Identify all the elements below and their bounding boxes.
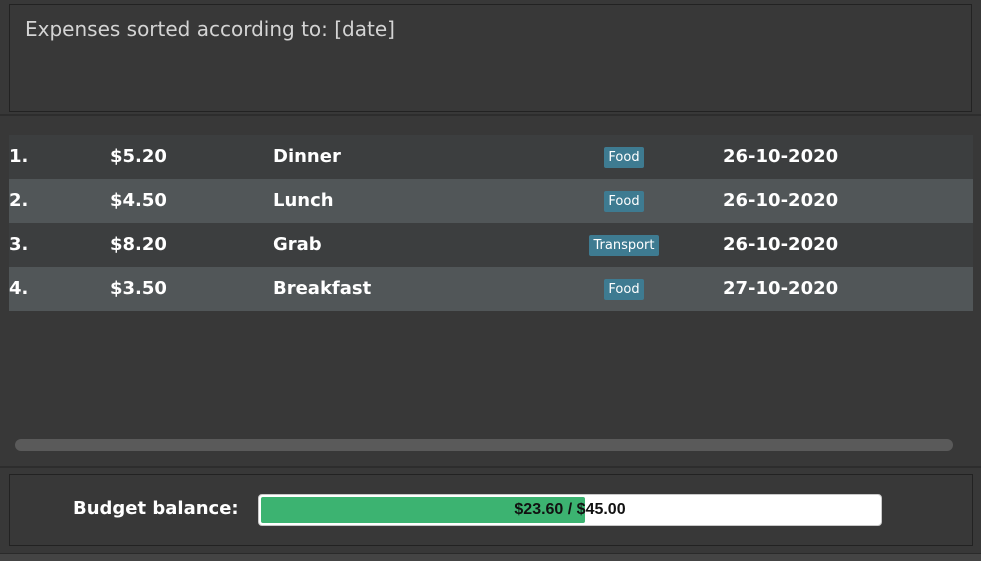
expense-amount: $4.50: [110, 190, 167, 211]
expense-description: Breakfast: [273, 278, 372, 299]
expense-tag-cell: Food: [549, 135, 699, 179]
status-bar: [0, 553, 981, 561]
expense-date: 26-10-2020: [723, 234, 839, 255]
expense-amount: $3.50: [110, 278, 167, 299]
expense-date: 27-10-2020: [723, 278, 839, 299]
divider: [0, 466, 981, 468]
result-message: Expenses sorted according to: [date]: [25, 17, 395, 41]
expense-description: Lunch: [273, 190, 334, 211]
expense-amount: $5.20: [110, 146, 167, 167]
expense-date: 26-10-2020: [723, 190, 839, 211]
expense-tag-cell: Transport: [549, 223, 699, 267]
expense-index: 2.: [9, 190, 29, 211]
expense-index: 4.: [9, 278, 29, 299]
expense-tag: Transport: [589, 234, 659, 256]
budget-panel: Budget balance: $23.60 / $45.00: [9, 474, 973, 546]
divider: [0, 114, 981, 116]
expense-index: 3.: [9, 234, 29, 255]
expense-tag: Food: [604, 278, 644, 300]
expense-tag: Food: [604, 190, 644, 212]
expense-index: 1.: [9, 146, 29, 167]
expense-list-panel: 1. $5.20 Dinner Food 26-10-2020 2. $4.50…: [0, 118, 981, 466]
expense-amount: $8.20: [110, 234, 167, 255]
expense-tag-cell: Food: [549, 179, 699, 223]
expense-row[interactable]: 2. $4.50 Lunch Food 26-10-2020: [9, 179, 973, 223]
expense-description: Dinner: [273, 146, 341, 167]
expense-description: Grab: [273, 234, 322, 255]
expense-row[interactable]: 1. $5.20 Dinner Food 26-10-2020: [9, 135, 973, 179]
expense-tag: Food: [604, 146, 644, 168]
horizontal-scrollbar[interactable]: [15, 439, 953, 451]
budget-progress-text: $23.60 / $45.00: [514, 501, 626, 518]
expense-date: 26-10-2020: [723, 146, 839, 167]
expense-row[interactable]: 3. $8.20 Grab Transport 26-10-2020: [9, 223, 973, 267]
expense-tag-cell: Food: [549, 267, 699, 311]
result-display: Expenses sorted according to: [date]: [9, 4, 972, 112]
budget-progress-bar: $23.60 / $45.00: [258, 494, 882, 526]
budget-label: Budget balance:: [73, 498, 239, 519]
expense-row[interactable]: 4. $3.50 Breakfast Food 27-10-2020: [9, 267, 973, 311]
app-window: Expenses sorted according to: [date] 1. …: [0, 0, 981, 561]
